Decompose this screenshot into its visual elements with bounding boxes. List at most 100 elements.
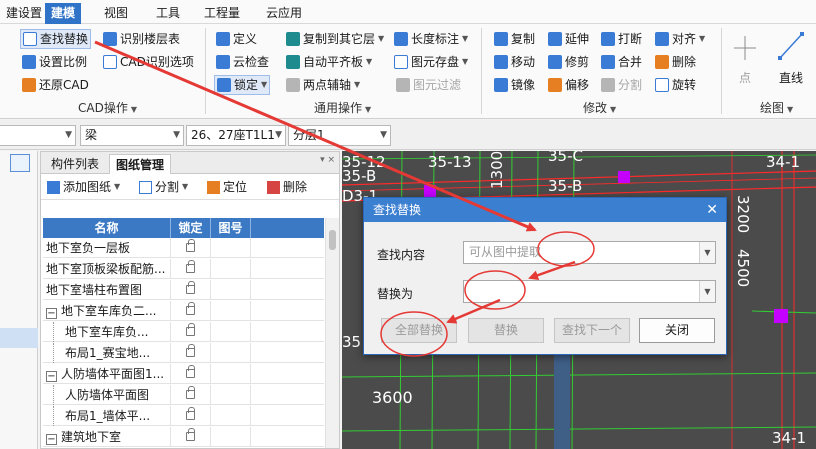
floor-select[interactable]: ▼ bbox=[0, 125, 76, 146]
extend-button[interactable]: 延伸 bbox=[548, 29, 589, 49]
element-type-select[interactable]: 梁 ▼ bbox=[80, 125, 184, 146]
chevron-down-icon[interactable]: ▼ bbox=[699, 242, 715, 263]
element-save-button[interactable]: 图元存盘 ▼ bbox=[394, 52, 468, 72]
collapse-toggle-icon[interactable]: − bbox=[46, 371, 57, 382]
cad-identify-options-button[interactable]: CAD识别选项 bbox=[103, 52, 194, 72]
collapse-toggle-icon[interactable]: − bbox=[46, 308, 57, 319]
row-lock-cell[interactable] bbox=[171, 301, 211, 321]
menu-item-cloud[interactable]: 云应用 bbox=[260, 4, 308, 22]
split-drawing-button[interactable]: 分割 ▼ bbox=[139, 178, 188, 196]
menu-item-tools[interactable]: 工具 bbox=[150, 4, 186, 22]
navigation-selected-item[interactable] bbox=[0, 328, 38, 348]
layer-select[interactable]: 分层1 ▼ bbox=[288, 125, 391, 146]
merge-button[interactable]: 合并 bbox=[601, 52, 642, 72]
table-row[interactable]: 地下室车库负... bbox=[43, 322, 324, 342]
tab-component-list[interactable]: 构件列表 bbox=[45, 154, 105, 174]
rotate-button[interactable]: 旋转 bbox=[655, 75, 696, 95]
table-row[interactable]: 地下室墙柱布置图 bbox=[43, 280, 324, 300]
row-lock-cell[interactable] bbox=[171, 259, 211, 279]
row-lock-cell[interactable] bbox=[171, 364, 211, 384]
find-next-button[interactable]: 查找下一个 bbox=[554, 318, 630, 343]
define-button[interactable]: 定义 bbox=[216, 29, 257, 49]
table-row[interactable]: 布局1_赛宝地... bbox=[43, 343, 324, 363]
delete-drawing-button[interactable]: 删除 bbox=[267, 178, 307, 196]
line-button[interactable]: 直线 bbox=[772, 30, 810, 86]
break-button[interactable]: 打断 bbox=[601, 29, 642, 49]
mirror-button[interactable]: 镜像 bbox=[494, 75, 535, 95]
general-group-label[interactable]: 通用操作 ▼ bbox=[314, 100, 371, 116]
length-dimension-button[interactable]: 长度标注 ▼ bbox=[394, 29, 468, 49]
table-row[interactable]: − 地下室车库负二... bbox=[43, 301, 324, 321]
tab-drawing-management[interactable]: 图纸管理 bbox=[109, 154, 172, 174]
add-drawing-button[interactable]: 添加图纸 ▼ bbox=[47, 178, 120, 196]
replace-all-button[interactable]: 全部替换 bbox=[381, 318, 457, 343]
table-row[interactable]: − 人防墙体平面图1... bbox=[43, 364, 324, 384]
dialog-title: 查找替换 bbox=[373, 203, 422, 217]
panel-collapse-icon[interactable]: ▾ × bbox=[320, 155, 335, 165]
move-button[interactable]: 移动 bbox=[494, 52, 535, 72]
line-label: 直线 bbox=[778, 71, 803, 85]
delete-button[interactable]: 删除 bbox=[655, 52, 696, 72]
cloud-check-button[interactable]: 云检查 bbox=[216, 52, 269, 72]
align-button[interactable]: 对齐 ▼ bbox=[655, 29, 705, 49]
trim-button[interactable]: 修剪 bbox=[548, 52, 589, 72]
find-content-input[interactable]: 可从图中提取 ▼ bbox=[463, 241, 716, 264]
menu-item-settings[interactable]: 建设置 bbox=[0, 4, 48, 22]
chevron-down-icon[interactable]: ▼ bbox=[699, 281, 715, 302]
close-icon[interactable]: ✕ bbox=[706, 198, 718, 222]
auto-flat-board-button[interactable]: 自动平齐板 ▼ bbox=[286, 52, 372, 72]
dialog-title-bar[interactable]: 查找替换 ✕ bbox=[364, 198, 726, 222]
draw-group-label[interactable]: 绘图 ▼ bbox=[760, 100, 793, 116]
replace-button[interactable]: 替换 bbox=[468, 318, 544, 343]
copy-to-other-layer-button[interactable]: 复制到其它层 ▼ bbox=[286, 29, 384, 49]
collapse-toggle-icon[interactable]: − bbox=[46, 434, 57, 445]
row-lock-cell[interactable] bbox=[171, 343, 211, 363]
row-name-cell: 布局1_墙体平... bbox=[43, 406, 171, 426]
element-filter-button[interactable]: 图元过滤 bbox=[396, 75, 461, 95]
copy-button[interactable]: 复制 bbox=[494, 29, 535, 49]
row-lock-cell[interactable] bbox=[171, 385, 211, 405]
offset-button[interactable]: 偏移 bbox=[548, 75, 589, 95]
menu-item-modeling[interactable]: 建模 bbox=[45, 3, 82, 24]
row-name-cell: − 建筑地下室 bbox=[43, 427, 171, 447]
find-replace-button[interactable]: 查找替换 bbox=[20, 29, 92, 49]
close-button[interactable]: 关闭 bbox=[639, 318, 715, 343]
table-row[interactable]: 布局1_墙体平... bbox=[43, 406, 324, 426]
row-drawing-no-cell bbox=[211, 322, 251, 342]
modify-group-label[interactable]: 修改 ▼ bbox=[583, 100, 616, 116]
drawing-select[interactable]: 26、27座T1L1 ▼ bbox=[186, 125, 286, 146]
column-header-drawing-no[interactable]: 图号 bbox=[211, 218, 251, 238]
restore-cad-button[interactable]: 还原CAD bbox=[22, 75, 89, 95]
locate-button[interactable]: 定位 bbox=[207, 178, 247, 196]
chevron-down-icon: ▼ bbox=[699, 34, 706, 43]
row-lock-cell[interactable] bbox=[171, 427, 211, 447]
point-button[interactable]: 点 bbox=[730, 32, 760, 86]
row-lock-cell[interactable] bbox=[171, 280, 211, 300]
replace-with-input[interactable]: ▼ bbox=[463, 280, 716, 303]
table-row[interactable]: − 建筑地下室 bbox=[43, 427, 324, 447]
cad-group-label[interactable]: CAD操作 ▼ bbox=[78, 100, 137, 116]
lock-button[interactable]: 锁定 ▼ bbox=[214, 75, 271, 95]
menu-item-view[interactable]: 视图 bbox=[98, 4, 134, 22]
find-replace-icon bbox=[23, 32, 37, 46]
cad-identify-options-label: CAD识别选项 bbox=[120, 55, 194, 69]
panel-tabs: 构件列表 图纸管理 ▾ × bbox=[41, 152, 339, 174]
table-row[interactable]: 地下室顶板梁板配筋... bbox=[43, 259, 324, 279]
row-lock-cell[interactable] bbox=[171, 406, 211, 426]
menu-item-quantity[interactable]: 工程量 bbox=[198, 4, 246, 22]
scrollbar-thumb[interactable] bbox=[329, 230, 336, 250]
column-header-name[interactable]: 名称 bbox=[43, 218, 171, 238]
table-row[interactable]: 地下室负一层板 bbox=[43, 238, 324, 258]
set-scale-button[interactable]: 设置比例 bbox=[22, 52, 87, 72]
split-button[interactable]: 分割 bbox=[601, 75, 642, 95]
two-point-axis-button[interactable]: 两点辅轴 ▼ bbox=[286, 75, 360, 95]
table-row[interactable]: 人防墙体平面图 bbox=[43, 385, 324, 405]
row-lock-cell[interactable] bbox=[171, 322, 211, 342]
identify-floor-table-button[interactable]: 识别楼层表 bbox=[103, 29, 180, 49]
navigation-pane-icon[interactable] bbox=[10, 154, 30, 172]
replace-with-label: 替换为 bbox=[377, 287, 414, 301]
column-header-lock[interactable]: 锁定 bbox=[171, 218, 211, 238]
drawing-name: 地下室车库负... bbox=[65, 325, 149, 339]
drawing-table-scrollbar[interactable] bbox=[325, 218, 339, 448]
row-lock-cell[interactable] bbox=[171, 238, 211, 258]
